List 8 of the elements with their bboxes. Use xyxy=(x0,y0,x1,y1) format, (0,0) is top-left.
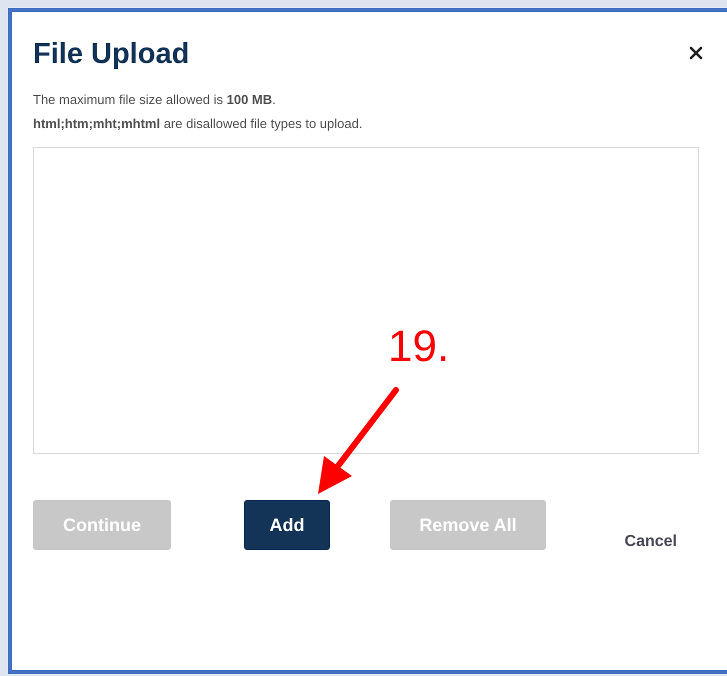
close-button[interactable] xyxy=(687,44,705,62)
annotation-label: 19. xyxy=(388,322,450,372)
dialog-title: File Upload xyxy=(33,37,190,72)
close-icon xyxy=(689,46,703,60)
info-text: html;htm;mht;mhtml are disallowed file types to upload. xyxy=(33,114,364,133)
cancel-link[interactable]: Cancel xyxy=(616,526,685,558)
action-button[interactable]: Add xyxy=(244,500,330,550)
info-text: The maximum file size allowed is 100 MB. xyxy=(33,91,277,109)
